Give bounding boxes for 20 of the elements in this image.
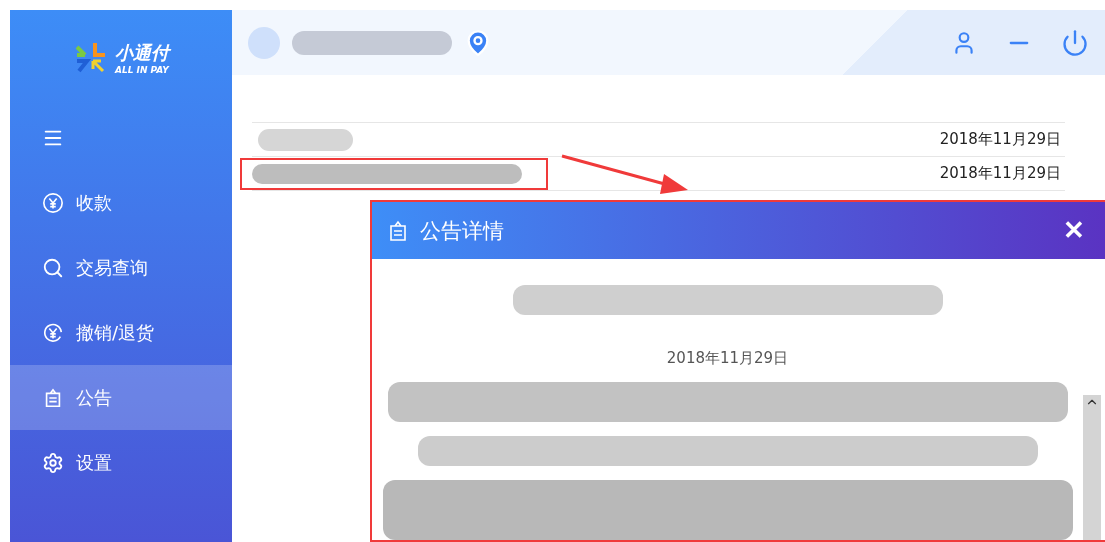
nav-item[interactable]: 交易查询 (10, 235, 232, 300)
scrollbar[interactable] (1083, 395, 1101, 540)
notice-row[interactable]: 2018年11月29日 (252, 157, 1065, 191)
dialog-title: 公告详情 (420, 217, 505, 245)
logo-tagline: ALL IN PAY (115, 64, 169, 75)
nav-item[interactable]: 设置 (10, 430, 232, 495)
notice-date: 2018年11月29日 (939, 130, 1061, 149)
nav-item[interactable]: 收款 (10, 170, 232, 235)
search-icon (42, 256, 64, 279)
settings-icon (42, 451, 64, 474)
avatar (248, 26, 280, 59)
notice-date: 2018年11月29日 (939, 164, 1061, 183)
yen-circle-icon (42, 191, 64, 214)
nav-item[interactable]: 撤销/退货 (10, 300, 232, 365)
close-button[interactable]: ✕ (1057, 214, 1091, 247)
yen-arrow-icon (42, 321, 64, 344)
power-icon[interactable] (1061, 28, 1089, 57)
nav-item[interactable]: 公告 (10, 365, 232, 430)
notice-row[interactable]: 2018年11月29日 (252, 123, 1065, 157)
notice-date: 2018年11月29日 (666, 349, 789, 368)
